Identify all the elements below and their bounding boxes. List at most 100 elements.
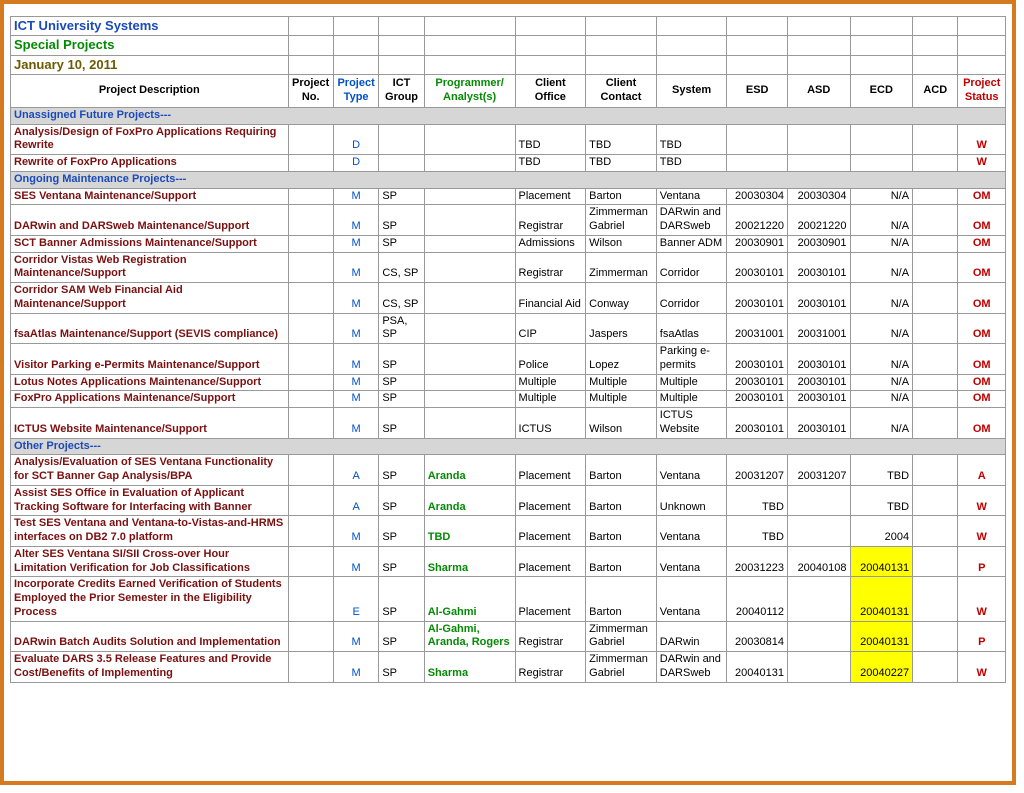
project-status: W xyxy=(958,652,1006,683)
esd: 20030901 xyxy=(727,235,788,252)
acd xyxy=(913,205,958,236)
project-type: M xyxy=(333,516,378,547)
asd: 20030304 xyxy=(787,188,850,205)
project-status: W xyxy=(958,485,1006,516)
empty-cell xyxy=(424,17,515,36)
empty-cell xyxy=(958,17,1006,36)
client-office: Registrar xyxy=(515,652,586,683)
programmer xyxy=(424,235,515,252)
asd: 20030101 xyxy=(787,344,850,375)
esd: 20030101 xyxy=(727,408,788,439)
client-office: CIP xyxy=(515,313,586,344)
ecd: N/A xyxy=(850,344,913,375)
programmer xyxy=(424,391,515,408)
asd: 20031001 xyxy=(787,313,850,344)
programmer xyxy=(424,188,515,205)
project-status: OM xyxy=(958,408,1006,439)
asd xyxy=(787,155,850,172)
esd: 20030101 xyxy=(727,391,788,408)
client-office: Placement xyxy=(515,485,586,516)
acd xyxy=(913,155,958,172)
ecd: 20040227 xyxy=(850,652,913,683)
project-description: Incorporate Credits Earned Verification … xyxy=(11,577,289,621)
col-header: ESD xyxy=(727,74,788,107)
col-header: ICT Group xyxy=(379,74,424,107)
project-no xyxy=(288,374,333,391)
client-contact: Multiple xyxy=(586,391,657,408)
asd: 20030901 xyxy=(787,235,850,252)
system: ICTUS Website xyxy=(656,408,727,439)
project-type: D xyxy=(333,155,378,172)
empty-cell xyxy=(850,55,913,74)
system: TBD xyxy=(656,155,727,172)
project-type: D xyxy=(333,124,378,155)
acd xyxy=(913,124,958,155)
ict-group: CS, SP xyxy=(379,283,424,314)
project-type: A xyxy=(333,485,378,516)
project-status: OM xyxy=(958,313,1006,344)
project-type: M xyxy=(333,652,378,683)
acd xyxy=(913,485,958,516)
project-type: A xyxy=(333,455,378,486)
client-office: Multiple xyxy=(515,391,586,408)
esd: TBD xyxy=(727,485,788,516)
client-office: Registrar xyxy=(515,252,586,283)
project-status: OM xyxy=(958,283,1006,314)
project-description: Visitor Parking e-Permits Maintenance/Su… xyxy=(11,344,289,375)
programmer: Aranda xyxy=(424,455,515,486)
system: Ventana xyxy=(656,455,727,486)
empty-cell xyxy=(727,36,788,55)
esd xyxy=(727,124,788,155)
title-cell: ICT University Systems xyxy=(11,17,289,36)
empty-cell xyxy=(958,36,1006,55)
ict-group xyxy=(379,124,424,155)
ict-group: SP xyxy=(379,205,424,236)
col-header: Client Contact xyxy=(586,74,657,107)
project-no xyxy=(288,155,333,172)
project-description: Lotus Notes Applications Maintenance/Sup… xyxy=(11,374,289,391)
client-contact: Barton xyxy=(586,516,657,547)
project-description: ICTUS Website Maintenance/Support xyxy=(11,408,289,439)
acd xyxy=(913,252,958,283)
client-contact: TBD xyxy=(586,124,657,155)
asd: 20030101 xyxy=(787,374,850,391)
project-description: DARwin and DARSweb Maintenance/Support xyxy=(11,205,289,236)
asd xyxy=(787,516,850,547)
project-no xyxy=(288,621,333,652)
system: Corridor xyxy=(656,283,727,314)
esd: 20031223 xyxy=(727,546,788,577)
project-no xyxy=(288,188,333,205)
programmer xyxy=(424,374,515,391)
client-contact: Zimmerman Gabriel xyxy=(586,652,657,683)
esd: 20030101 xyxy=(727,283,788,314)
acd xyxy=(913,621,958,652)
system: Ventana xyxy=(656,516,727,547)
project-no xyxy=(288,652,333,683)
asd: 20030101 xyxy=(787,408,850,439)
col-header: Project No. xyxy=(288,74,333,107)
esd: 20021220 xyxy=(727,205,788,236)
section-header: Other Projects--- xyxy=(11,438,1006,455)
acd xyxy=(913,235,958,252)
ict-group: SP xyxy=(379,344,424,375)
project-no xyxy=(288,205,333,236)
project-type: M xyxy=(333,391,378,408)
project-description: DARwin Batch Audits Solution and Impleme… xyxy=(11,621,289,652)
programmer xyxy=(424,313,515,344)
empty-cell xyxy=(379,36,424,55)
section-header: Ongoing Maintenance Projects--- xyxy=(11,171,1006,188)
system: DARwin xyxy=(656,621,727,652)
section-header: Unassigned Future Projects--- xyxy=(11,107,1006,124)
project-type: M xyxy=(333,546,378,577)
project-no xyxy=(288,455,333,486)
empty-cell xyxy=(656,55,727,74)
esd: 20030101 xyxy=(727,252,788,283)
ict-group: PSA, SP xyxy=(379,313,424,344)
programmer xyxy=(424,283,515,314)
project-status: OM xyxy=(958,374,1006,391)
acd xyxy=(913,283,958,314)
col-header: Project Type xyxy=(333,74,378,107)
asd: 20021220 xyxy=(787,205,850,236)
project-no xyxy=(288,391,333,408)
client-office: Placement xyxy=(515,188,586,205)
